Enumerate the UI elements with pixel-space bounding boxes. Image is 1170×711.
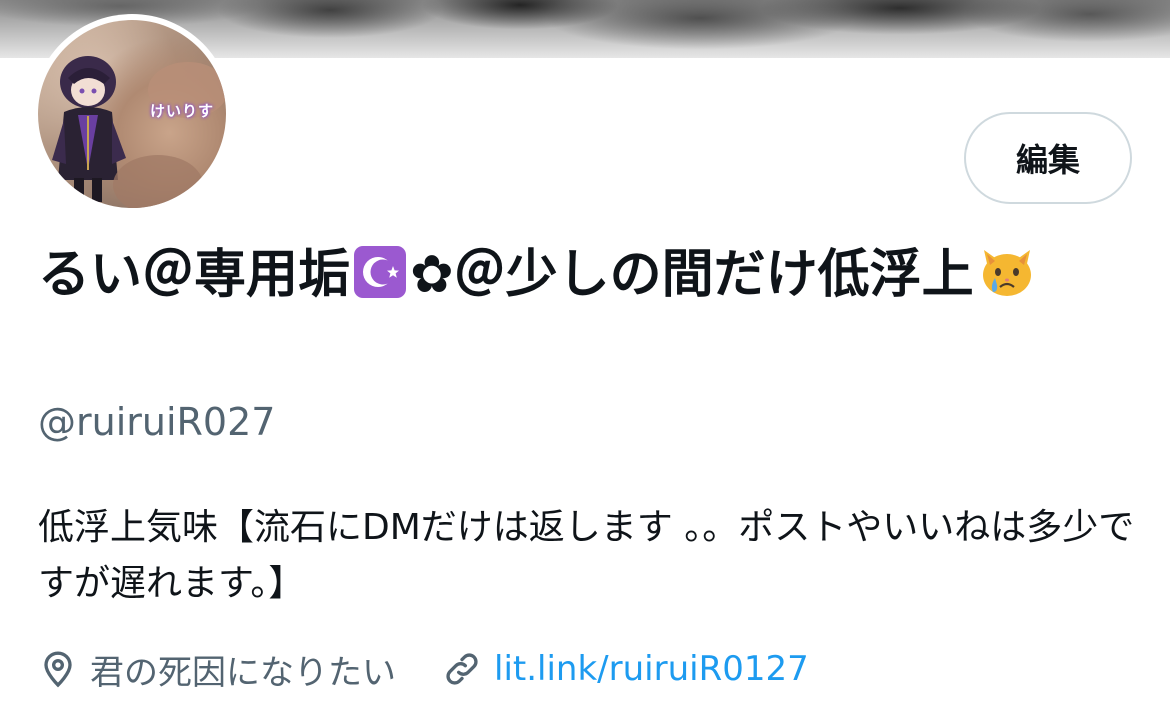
location-pin-icon: [38, 649, 78, 689]
display-name: るい＠専用垢 ✿＠少しの間だけ低浮上: [38, 236, 1138, 314]
website-item[interactable]: lit.link/ruiruiR0127: [442, 649, 809, 689]
avatar-overlay-text: けいりす: [150, 102, 215, 120]
display-name-part1: るい＠専用垢: [38, 245, 351, 305]
star-and-crescent-icon: [354, 246, 407, 298]
profile-meta-row: 君の死因になりたい lit.link/ruiruiR0127: [38, 644, 809, 694]
link-icon: [442, 649, 482, 689]
display-name-part2: ✿＠少しの間だけ低浮上: [410, 245, 974, 305]
profile-handle: @ruiruiR027: [38, 400, 276, 444]
profile-bio: 低浮上気味【流石にDMだけは返します 。。ポストやいいねは多少ですが遅れます。】: [38, 507, 1135, 604]
profile-avatar[interactable]: けいりす: [32, 14, 232, 214]
crying-cat-icon: [982, 250, 1031, 296]
edit-profile-button[interactable]: 編集: [964, 112, 1132, 204]
avatar-image: けいりす: [38, 20, 226, 208]
website-link[interactable]: lit.link/ruiruiR0127: [494, 649, 809, 689]
location-item: 君の死因になりたい: [38, 645, 396, 694]
location-text: 君の死因になりたい: [90, 652, 396, 693]
